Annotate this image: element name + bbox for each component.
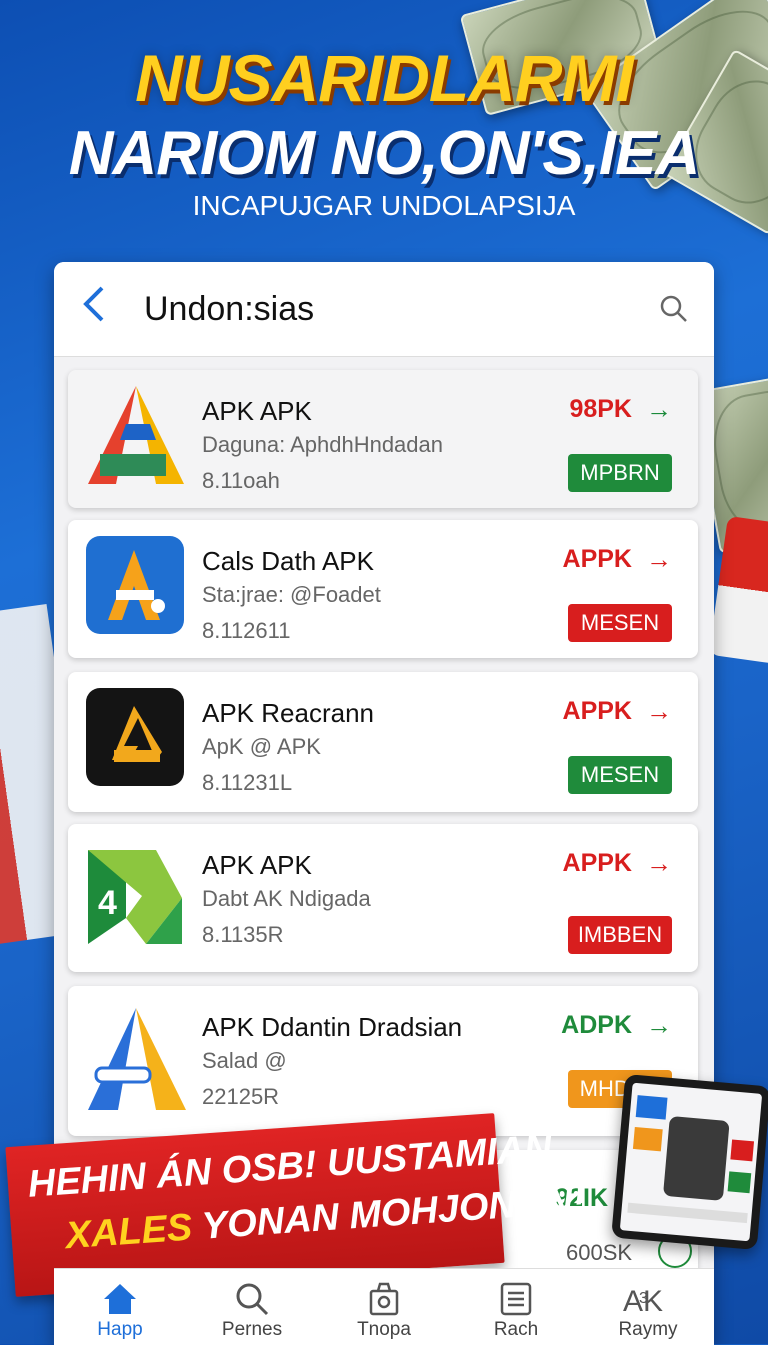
app-price: APPK → (563, 544, 672, 575)
list-item[interactable]: APK APK Daguna: AphdhHndadan 8.11oah 98P… (68, 370, 698, 508)
search-icon (234, 1279, 270, 1319)
arrow-right-icon[interactable]: → (646, 1010, 672, 1041)
price-label: 98PK (569, 395, 632, 423)
nav-label: Pernes (221, 1319, 283, 1340)
hero-title: NUSARIDLARMI (135, 41, 634, 115)
download-button[interactable]: IMBBEN (568, 916, 672, 954)
list-item[interactable]: Cals Dath APK Sta:jrae: @Foadet 8.112611… (68, 520, 698, 658)
hero-tagline: INCAPUJGAR UNDOLAPSIJA (192, 190, 576, 221)
hero-subtitle: NARIOM NO,ON'S,IEA (68, 119, 701, 188)
app-price: APPK → (563, 696, 672, 727)
list-item[interactable]: APK Ddantin Dradsian Salad @ 22125R ADPK… (68, 986, 698, 1136)
app-icon (86, 536, 184, 634)
nav-label: Raymy (618, 1319, 678, 1340)
app-name: APK APK (202, 850, 312, 880)
promo-highlight: XALES (64, 1206, 194, 1258)
app-name: Cals Dath APK (202, 546, 374, 576)
top-bar: Undon:sias (54, 262, 714, 357)
nav-item-home[interactable]: Happ (54, 1269, 186, 1345)
app-version: 22125R (202, 1084, 280, 1109)
page-title: Undon:sias (144, 289, 315, 328)
arrow-right-icon[interactable]: → (646, 848, 672, 879)
app-subtitle: Daguna: AphdhHndadan (202, 432, 443, 457)
list-item[interactable]: APK Reacrann ApK @ APK 8.11231L APPK → M… (68, 672, 698, 812)
nav-label: Happ (97, 1319, 143, 1340)
chevron-left-icon[interactable] (54, 284, 134, 335)
apk-icon: AK3 (621, 1279, 675, 1319)
nav-item-shop[interactable]: Tnopa (318, 1269, 450, 1345)
nav-label: Rach (493, 1319, 539, 1340)
svg-text:3: 3 (639, 1290, 648, 1307)
nav-label: Tnopa (357, 1319, 411, 1340)
arrow-right-icon[interactable]: → (646, 696, 672, 727)
app-subtitle: Dabt AK Ndigada (202, 886, 371, 911)
list-item[interactable]: 4 APK APK Dabt AK Ndigada 8.1135R APPK →… (68, 824, 698, 972)
price-label: ADPK (561, 1011, 632, 1039)
price-label: APPK (562, 545, 632, 573)
nav-item-search[interactable]: Pernes (186, 1269, 318, 1345)
app-version: 600SK (566, 1240, 633, 1265)
search-icon[interactable] (634, 294, 714, 324)
app-version: 8.112611 (202, 618, 291, 643)
app-name: APK Ddantin Dradsian (202, 1012, 463, 1042)
arrow-right-icon[interactable]: → (646, 394, 672, 425)
app-subtitle: ApK @ APK (202, 734, 321, 759)
home-icon (102, 1279, 138, 1319)
app-icon: 4 (86, 848, 184, 946)
bag-icon (366, 1279, 402, 1319)
app-version: 8.1135R (202, 922, 284, 947)
app-version: 8.11oah (202, 468, 280, 493)
svg-text:4: 4 (98, 884, 117, 922)
app-icon (86, 688, 184, 786)
app-subtitle: Salad @ (202, 1048, 287, 1073)
app-subtitle: Sta:jrae: @Foadet (202, 582, 381, 607)
list-icon (498, 1279, 534, 1319)
app-name: APK APK (202, 396, 312, 426)
tablet-image (611, 1073, 768, 1251)
app-price: 98PK → (569, 394, 672, 425)
app-name: APK Reacrann (202, 698, 374, 728)
price-label: APPK (562, 849, 632, 877)
app-price: ADPK → (561, 1010, 672, 1041)
app-version: 8.11231L (202, 770, 293, 795)
app-icon (86, 384, 184, 484)
bottom-nav: Happ Pernes Tnopa Rach AK3 Raymy (54, 1268, 714, 1345)
price-label: APPK (562, 697, 632, 725)
arrow-right-icon[interactable]: → (646, 544, 672, 575)
nav-item-list[interactable]: Rach (450, 1269, 582, 1345)
app-price: APPK → (563, 848, 672, 879)
download-button[interactable]: MPBRN (568, 454, 672, 492)
download-button[interactable]: MESEN (568, 604, 672, 642)
download-button[interactable]: MESEN (568, 756, 672, 794)
app-icon (86, 1006, 186, 1110)
nav-item-profile[interactable]: AK3 Raymy (582, 1269, 714, 1345)
